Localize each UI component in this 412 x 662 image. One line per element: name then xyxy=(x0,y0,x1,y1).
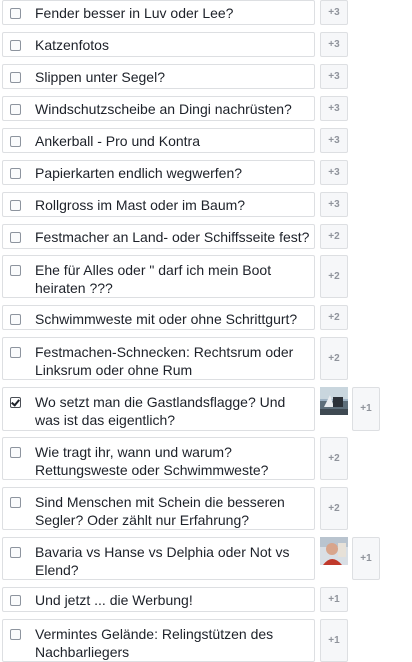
poll-option-6: Papierkarten endlich wegwerfen? +3 xyxy=(0,160,412,185)
poll-option-9: Ehe für Alles oder " darf ich mein Boot … xyxy=(0,255,412,298)
vote-count-button[interactable]: +2 xyxy=(320,305,348,330)
vote-count-button[interactable]: +2 xyxy=(320,337,348,380)
poll-option-label: Fender besser in Luv oder Lee? xyxy=(35,5,234,21)
vote-checkbox[interactable] xyxy=(10,136,21,147)
poll-option-label: Vermintes Gelände: Relingstützen des Nac… xyxy=(35,626,274,660)
poll-option-box[interactable]: Vermintes Gelände: Relingstützen des Nac… xyxy=(2,619,315,662)
vote-count-button[interactable]: +3 xyxy=(320,192,348,217)
poll-option-16: Und jetzt ... die Werbung! +1 xyxy=(0,587,412,612)
poll-option-label: Festmachen-Schnecken: Rechtsrum oder Lin… xyxy=(35,344,294,378)
poll-option-box[interactable]: Ankerball - Pro und Kontra xyxy=(2,128,315,153)
voter-avatar-person[interactable] xyxy=(320,537,348,565)
poll-option-box[interactable]: Bavaria vs Hanse vs Delphia oder Not vs … xyxy=(2,537,315,580)
poll-option-label: Ankerball - Pro und Kontra xyxy=(35,133,200,149)
vote-checkbox[interactable] xyxy=(10,497,21,508)
vote-checkbox[interactable] xyxy=(10,265,21,276)
poll-option-label: Slippen unter Segel? xyxy=(35,69,165,85)
vote-count-button[interactable]: +2 xyxy=(320,224,348,249)
vote-checkbox[interactable] xyxy=(10,447,21,458)
vote-checkbox[interactable] xyxy=(10,595,21,606)
vote-count-button[interactable]: +1 xyxy=(352,387,380,431)
poll-option-box[interactable]: Katzenfotos xyxy=(2,32,315,57)
vote-checkbox[interactable] xyxy=(10,232,21,243)
poll-option-label: Katzenfotos xyxy=(35,37,109,53)
poll-option-box[interactable]: Schwimmweste mit oder ohne Schrittgurt? xyxy=(2,305,315,330)
vote-checkbox-checked[interactable] xyxy=(10,397,21,408)
poll-option-label: Rollgross im Mast oder im Baum? xyxy=(35,197,246,213)
poll-option-box[interactable]: Festmachen-Schnecken: Rechtsrum oder Lin… xyxy=(2,337,315,380)
poll-option-box[interactable]: Windschutzscheibe an Dingi nachrüsten? xyxy=(2,96,315,121)
vote-checkbox[interactable] xyxy=(10,547,21,558)
poll-option-label: Sind Menschen mit Schein die besseren Se… xyxy=(35,494,285,528)
poll-option-box[interactable]: Slippen unter Segel? xyxy=(2,64,315,89)
poll-option-14: Sind Menschen mit Schein die besseren Se… xyxy=(0,487,412,530)
poll-option-box[interactable]: Fender besser in Luv oder Lee? xyxy=(2,0,315,25)
poll-option-11: Festmachen-Schnecken: Rechtsrum oder Lin… xyxy=(0,337,412,380)
poll-option-box[interactable]: Wie tragt ihr, wann und warum? Rettungsw… xyxy=(2,437,315,480)
poll-option-5: Ankerball - Pro und Kontra +3 xyxy=(0,128,412,153)
vote-count-button[interactable]: +1 xyxy=(352,537,380,580)
poll-option-13: Wie tragt ihr, wann und warum? Rettungsw… xyxy=(0,437,412,480)
poll-option-4: Windschutzscheibe an Dingi nachrüsten? +… xyxy=(0,96,412,121)
vote-count-button[interactable]: +2 xyxy=(320,487,348,530)
poll-option-label: Wie tragt ihr, wann und warum? Rettungsw… xyxy=(35,444,269,478)
poll-option-label: Festmacher an Land- oder Schiffsseite fe… xyxy=(35,229,310,245)
poll-option-12: Wo setzt man die Gastlandsflagge? Und wa… xyxy=(0,387,412,431)
poll-option-box[interactable]: Wo setzt man die Gastlandsflagge? Und wa… xyxy=(2,387,315,431)
vote-count-button[interactable]: +2 xyxy=(320,255,348,298)
poll-option-box[interactable]: Und jetzt ... die Werbung! xyxy=(2,587,315,612)
vote-checkbox[interactable] xyxy=(10,8,21,19)
vote-count-button[interactable]: +3 xyxy=(320,32,348,57)
poll-option-label: Ehe für Alles oder " darf ich mein Boot … xyxy=(35,262,272,296)
vote-count-button[interactable]: +1 xyxy=(320,587,348,612)
poll-option-label: Schwimmweste mit oder ohne Schrittgurt? xyxy=(35,311,298,327)
poll-option-label: Wo setzt man die Gastlandsflagge? Und wa… xyxy=(35,394,286,428)
vote-count-button[interactable]: +3 xyxy=(320,128,348,153)
vote-checkbox[interactable] xyxy=(10,104,21,115)
vote-count-button[interactable]: +3 xyxy=(320,64,348,89)
vote-checkbox[interactable] xyxy=(10,200,21,211)
poll-option-label: Papierkarten endlich wegwerfen? xyxy=(35,165,243,181)
vote-count-button[interactable]: +1 xyxy=(320,619,348,662)
poll-option-17: Vermintes Gelände: Relingstützen des Nac… xyxy=(0,619,412,662)
voter-avatar-boat[interactable] xyxy=(320,387,348,415)
poll-option-2: Katzenfotos +3 xyxy=(0,32,412,57)
poll-option-10: Schwimmweste mit oder ohne Schrittgurt? … xyxy=(0,305,412,330)
vote-checkbox[interactable] xyxy=(10,40,21,51)
poll-option-box[interactable]: Sind Menschen mit Schein die besseren Se… xyxy=(2,487,315,530)
poll-option-3: Slippen unter Segel? +3 xyxy=(0,64,412,89)
poll-option-7: Rollgross im Mast oder im Baum? +3 xyxy=(0,192,412,217)
poll-option-label: Bavaria vs Hanse vs Delphia oder Not vs … xyxy=(35,544,290,578)
poll-option-box[interactable]: Papierkarten endlich wegwerfen? xyxy=(2,160,315,185)
vote-count-button[interactable]: +3 xyxy=(320,96,348,121)
poll-option-box[interactable]: Rollgross im Mast oder im Baum? xyxy=(2,192,315,217)
poll-option-1: Fender besser in Luv oder Lee? +3 xyxy=(0,0,412,25)
vote-checkbox[interactable] xyxy=(10,629,21,640)
vote-checkbox[interactable] xyxy=(10,347,21,358)
vote-checkbox[interactable] xyxy=(10,72,21,83)
poll-option-label: Und jetzt ... die Werbung! xyxy=(35,592,193,608)
vote-count-button[interactable]: +2 xyxy=(320,437,348,480)
vote-checkbox[interactable] xyxy=(10,168,21,179)
vote-count-button[interactable]: +3 xyxy=(320,160,348,185)
poll-option-box[interactable]: Festmacher an Land- oder Schiffsseite fe… xyxy=(2,224,315,249)
poll-option-8: Festmacher an Land- oder Schiffsseite fe… xyxy=(0,224,412,249)
poll-option-15: Bavaria vs Hanse vs Delphia oder Not vs … xyxy=(0,537,412,580)
vote-checkbox[interactable] xyxy=(10,314,21,325)
vote-count-button[interactable]: +3 xyxy=(320,0,348,25)
poll-option-label: Windschutzscheibe an Dingi nachrüsten? xyxy=(35,101,292,117)
poll-option-box[interactable]: Ehe für Alles oder " darf ich mein Boot … xyxy=(2,255,315,298)
